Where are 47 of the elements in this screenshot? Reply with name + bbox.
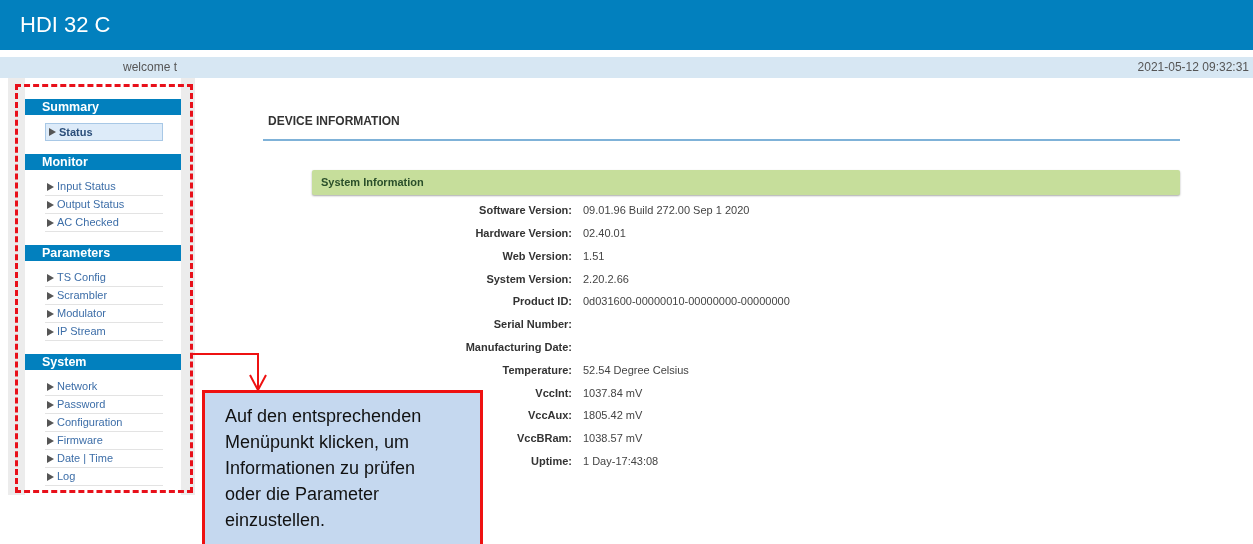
menu-item[interactable]: Input Status — [45, 178, 163, 196]
field-value: 1037.84 mV — [583, 385, 643, 401]
field-label: VccBRam: — [516, 432, 572, 445]
field-value: 09.01.96 Build 272.00 Sep 1 2020 — [583, 203, 750, 219]
field-value: 1805.42 mV — [583, 408, 643, 424]
field-value: 1038.57 mV — [583, 431, 643, 447]
menu-item[interactable]: Password — [45, 396, 163, 414]
field-label: Temperature: — [502, 363, 572, 376]
field-label: Manufacturing Date: — [465, 340, 572, 353]
field-label: Serial Number: — [493, 318, 572, 331]
panel-header: System Information — [312, 170, 1180, 195]
menu-item[interactable]: AC Checked — [45, 214, 163, 232]
menu-item[interactable]: Date | Time — [45, 450, 163, 468]
date-time: 2021-05-12 09:32:31 — [1137, 59, 1250, 76]
field-value: 2.20.2.66 — [583, 271, 629, 287]
menu-item[interactable]: Status — [45, 123, 163, 141]
field-label: Hardware Version: — [475, 226, 572, 239]
section-header: Monitor — [25, 154, 181, 170]
page-title: DEVICE INFORMATION — [263, 112, 1180, 141]
field-label: Product ID: — [512, 295, 572, 308]
section-header: Parameters — [25, 245, 181, 261]
menu-item[interactable]: Scrambler — [45, 287, 163, 305]
callout-note: Auf den entsprechenden Menüpunkt klicken, um Informationen zu prüfen oder die Parameter einzustellen. — [202, 390, 483, 544]
field-label: VccInt: — [535, 386, 572, 399]
field-label: Web Version: — [502, 249, 572, 262]
field-label: Uptime: — [531, 454, 572, 467]
menu-item[interactable]: Log — [45, 468, 163, 486]
field-label: System Version: — [486, 272, 572, 285]
menu-item[interactable]: TS Config — [45, 269, 163, 287]
app-title: HDI 32 C — [20, 11, 112, 39]
section-header: System — [25, 354, 181, 370]
field-label: VccAux: — [527, 409, 572, 422]
field-value: 1 Day-17:43:08 — [583, 453, 659, 469]
field-value: 02.40.01 — [583, 225, 626, 241]
triangle-icon — [49, 128, 56, 136]
menu-item[interactable]: Network — [45, 378, 163, 396]
welcome-text: welcome t — [121, 59, 177, 76]
field-value: 52.54 Degree Celsius — [583, 362, 689, 378]
menu-item[interactable]: Modulator — [45, 305, 163, 323]
menu-item[interactable]: Firmware — [45, 432, 163, 450]
section-header: Summary — [25, 99, 181, 115]
menu-item[interactable]: IP Stream — [45, 323, 163, 341]
field-value: 1.51 — [583, 248, 605, 264]
menu-item[interactable]: Output Status — [45, 196, 163, 214]
menu-item[interactable]: Configuration — [45, 414, 163, 432]
field-label: Software Version: — [479, 204, 572, 217]
field-value: 0d031600-00000010-00000000-00000000 — [583, 294, 790, 310]
